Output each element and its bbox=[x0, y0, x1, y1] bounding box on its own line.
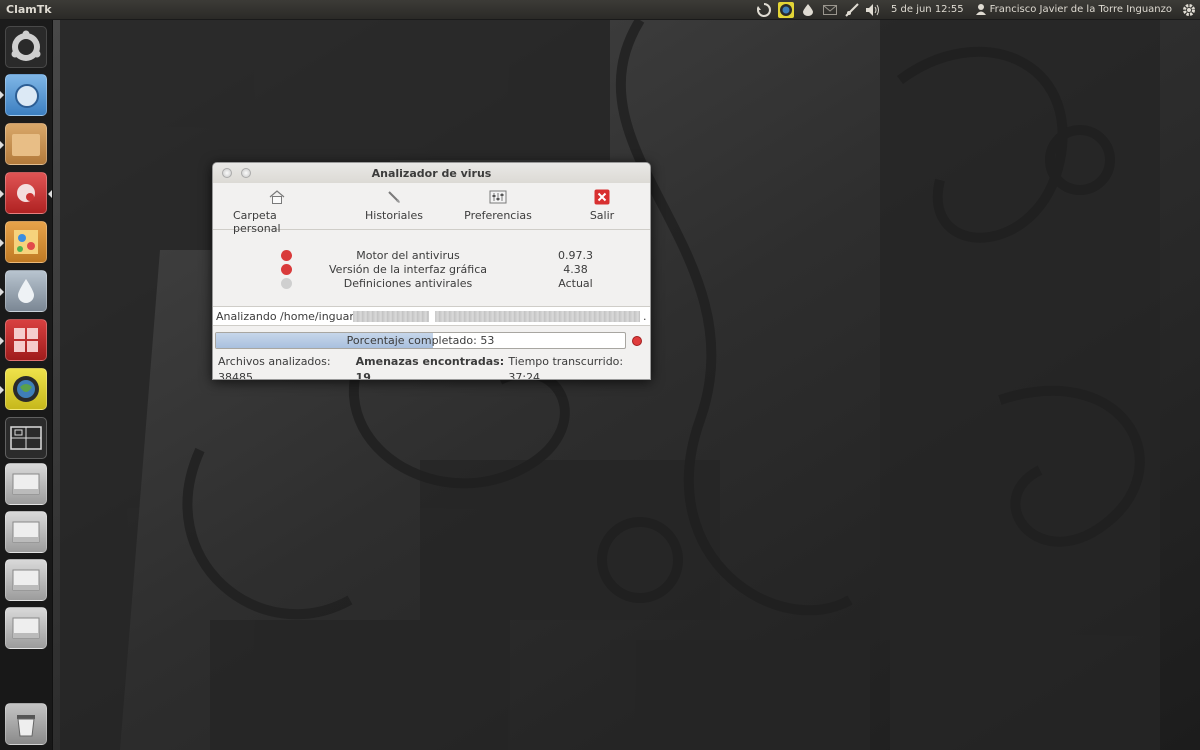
window-minimize-button[interactable] bbox=[241, 168, 251, 178]
scanning-suffix: . bbox=[643, 310, 647, 323]
launcher-workspace-switcher[interactable] bbox=[5, 417, 47, 459]
launcher-clamtk[interactable] bbox=[5, 368, 47, 410]
threats-found: Amenazas encontradas: 19 bbox=[355, 355, 505, 380]
launcher-browser[interactable] bbox=[5, 74, 47, 116]
quit-icon bbox=[593, 189, 611, 205]
check-icon bbox=[281, 278, 292, 289]
home-folder-button[interactable]: Carpeta personal bbox=[233, 189, 321, 235]
running-indicator bbox=[0, 91, 4, 99]
folder-icon bbox=[12, 134, 40, 156]
ubuntu-logo-icon bbox=[11, 30, 41, 61]
paint-icon bbox=[14, 230, 38, 254]
quit-label: Salir bbox=[589, 209, 615, 222]
active-app-name: ClamTk bbox=[6, 3, 52, 16]
network-icon[interactable] bbox=[841, 0, 863, 20]
scanning-path: Analizando /home/inguanzo bbox=[216, 310, 369, 323]
redacted-path bbox=[435, 311, 640, 322]
info-row-engine: Motor del antivirus 0.97.3 bbox=[213, 249, 650, 263]
redacted-path bbox=[353, 311, 429, 322]
launcher-app-dice[interactable] bbox=[5, 319, 47, 361]
user-menu[interactable]: Francisco Javier de la Torre Inguanzo bbox=[970, 4, 1178, 15]
launcher-app-grey[interactable] bbox=[5, 270, 47, 312]
launcher-drive-4[interactable] bbox=[5, 607, 47, 649]
drive-icon bbox=[12, 569, 40, 591]
drive-icon bbox=[12, 473, 40, 495]
panel-clock[interactable]: 5 de jun 12:55 bbox=[885, 4, 970, 15]
clamtk-tray-icon[interactable] bbox=[775, 0, 797, 20]
launcher-paint[interactable] bbox=[5, 221, 47, 263]
browser-icon bbox=[15, 84, 39, 108]
sync-icon[interactable] bbox=[753, 0, 775, 20]
history-button[interactable]: Historiales bbox=[361, 189, 427, 222]
dice-icon bbox=[14, 328, 38, 352]
history-icon bbox=[385, 189, 403, 205]
info-row-definitions: Definiciones antivirales Actual bbox=[213, 277, 650, 291]
preferences-icon bbox=[489, 189, 507, 205]
files-scanned: Archivos analizados: 38485 bbox=[218, 355, 331, 380]
running-indicator bbox=[0, 239, 4, 247]
launcher-drive-3[interactable] bbox=[5, 559, 47, 601]
launcher-files[interactable] bbox=[5, 123, 47, 165]
stop-scan-icon[interactable] bbox=[632, 336, 642, 346]
history-label: Historiales bbox=[365, 209, 423, 222]
info-label: Motor del antivirus bbox=[356, 249, 460, 262]
drop-icon[interactable] bbox=[797, 0, 819, 20]
scan-stats: Archivos analizados: 38485 Amenazas enco… bbox=[213, 354, 650, 380]
quit-button[interactable]: Salir bbox=[584, 189, 620, 222]
elapsed-time: Tiempo transcurrido: 37:24 bbox=[508, 355, 624, 380]
info-row-gui: Versión de la interfaz gráfica 4.38 bbox=[213, 263, 650, 277]
info-value: Actual bbox=[558, 277, 593, 290]
error-icon bbox=[281, 264, 292, 275]
preferences-label: Preferencias bbox=[464, 209, 532, 222]
session-gear-icon[interactable] bbox=[1178, 0, 1200, 20]
home-icon bbox=[268, 189, 286, 205]
window-close-button[interactable] bbox=[222, 168, 232, 178]
scan-status-line: Analizando /home/inguanzo . bbox=[213, 306, 650, 326]
top-panel: ClamTk 5 de jun 12:55 Francisco Javier d… bbox=[0, 0, 1200, 20]
virus-scanner-window: Analizador de virus Carpeta personal His… bbox=[212, 162, 651, 380]
version-info-panel: Motor del antivirus 0.97.3 Versión de la… bbox=[213, 230, 650, 302]
running-indicator bbox=[0, 337, 4, 345]
info-value: 0.97.3 bbox=[558, 249, 593, 262]
indicator-area: 5 de jun 12:55 Francisco Javier de la To… bbox=[753, 0, 1200, 20]
info-label: Definiciones antivirales bbox=[343, 277, 473, 290]
info-value: 4.38 bbox=[563, 263, 588, 276]
window-toolbar: Carpeta personal Historiales Preferencia… bbox=[213, 183, 650, 235]
window-titlebar[interactable]: Analizador de virus bbox=[213, 163, 650, 183]
error-icon bbox=[281, 250, 292, 261]
app-red-icon bbox=[17, 184, 35, 202]
mail-icon[interactable] bbox=[819, 0, 841, 20]
window-title: Analizador de virus bbox=[371, 166, 492, 180]
workspace-icon bbox=[10, 426, 42, 450]
preferences-button[interactable]: Preferencias bbox=[464, 189, 532, 222]
drop-app-icon bbox=[18, 279, 34, 303]
dash-home-button[interactable] bbox=[5, 26, 47, 68]
launcher-app-red[interactable] bbox=[5, 172, 47, 214]
user-name: Francisco Javier de la Torre Inguanzo bbox=[989, 4, 1172, 15]
focused-indicator bbox=[48, 190, 52, 198]
launcher-drive-2[interactable] bbox=[5, 511, 47, 553]
user-icon bbox=[975, 4, 986, 15]
volume-icon[interactable] bbox=[863, 0, 885, 20]
scan-progress-bar: Porcentaje completado: 53 bbox=[215, 332, 626, 349]
clamtk-icon bbox=[13, 376, 39, 402]
launcher-drive-1[interactable] bbox=[5, 463, 47, 505]
drive-icon bbox=[12, 617, 40, 639]
running-indicator bbox=[0, 190, 4, 198]
running-indicator bbox=[0, 386, 4, 394]
drive-icon bbox=[12, 521, 40, 543]
trash-icon bbox=[17, 715, 35, 737]
progress-label: Porcentaje completado: 53 bbox=[346, 334, 495, 347]
launcher-trash[interactable] bbox=[5, 703, 47, 745]
unity-launcher bbox=[0, 20, 53, 750]
running-indicator bbox=[0, 288, 4, 296]
running-indicator bbox=[0, 141, 4, 149]
info-label: Versión de la interfaz gráfica bbox=[329, 263, 487, 276]
